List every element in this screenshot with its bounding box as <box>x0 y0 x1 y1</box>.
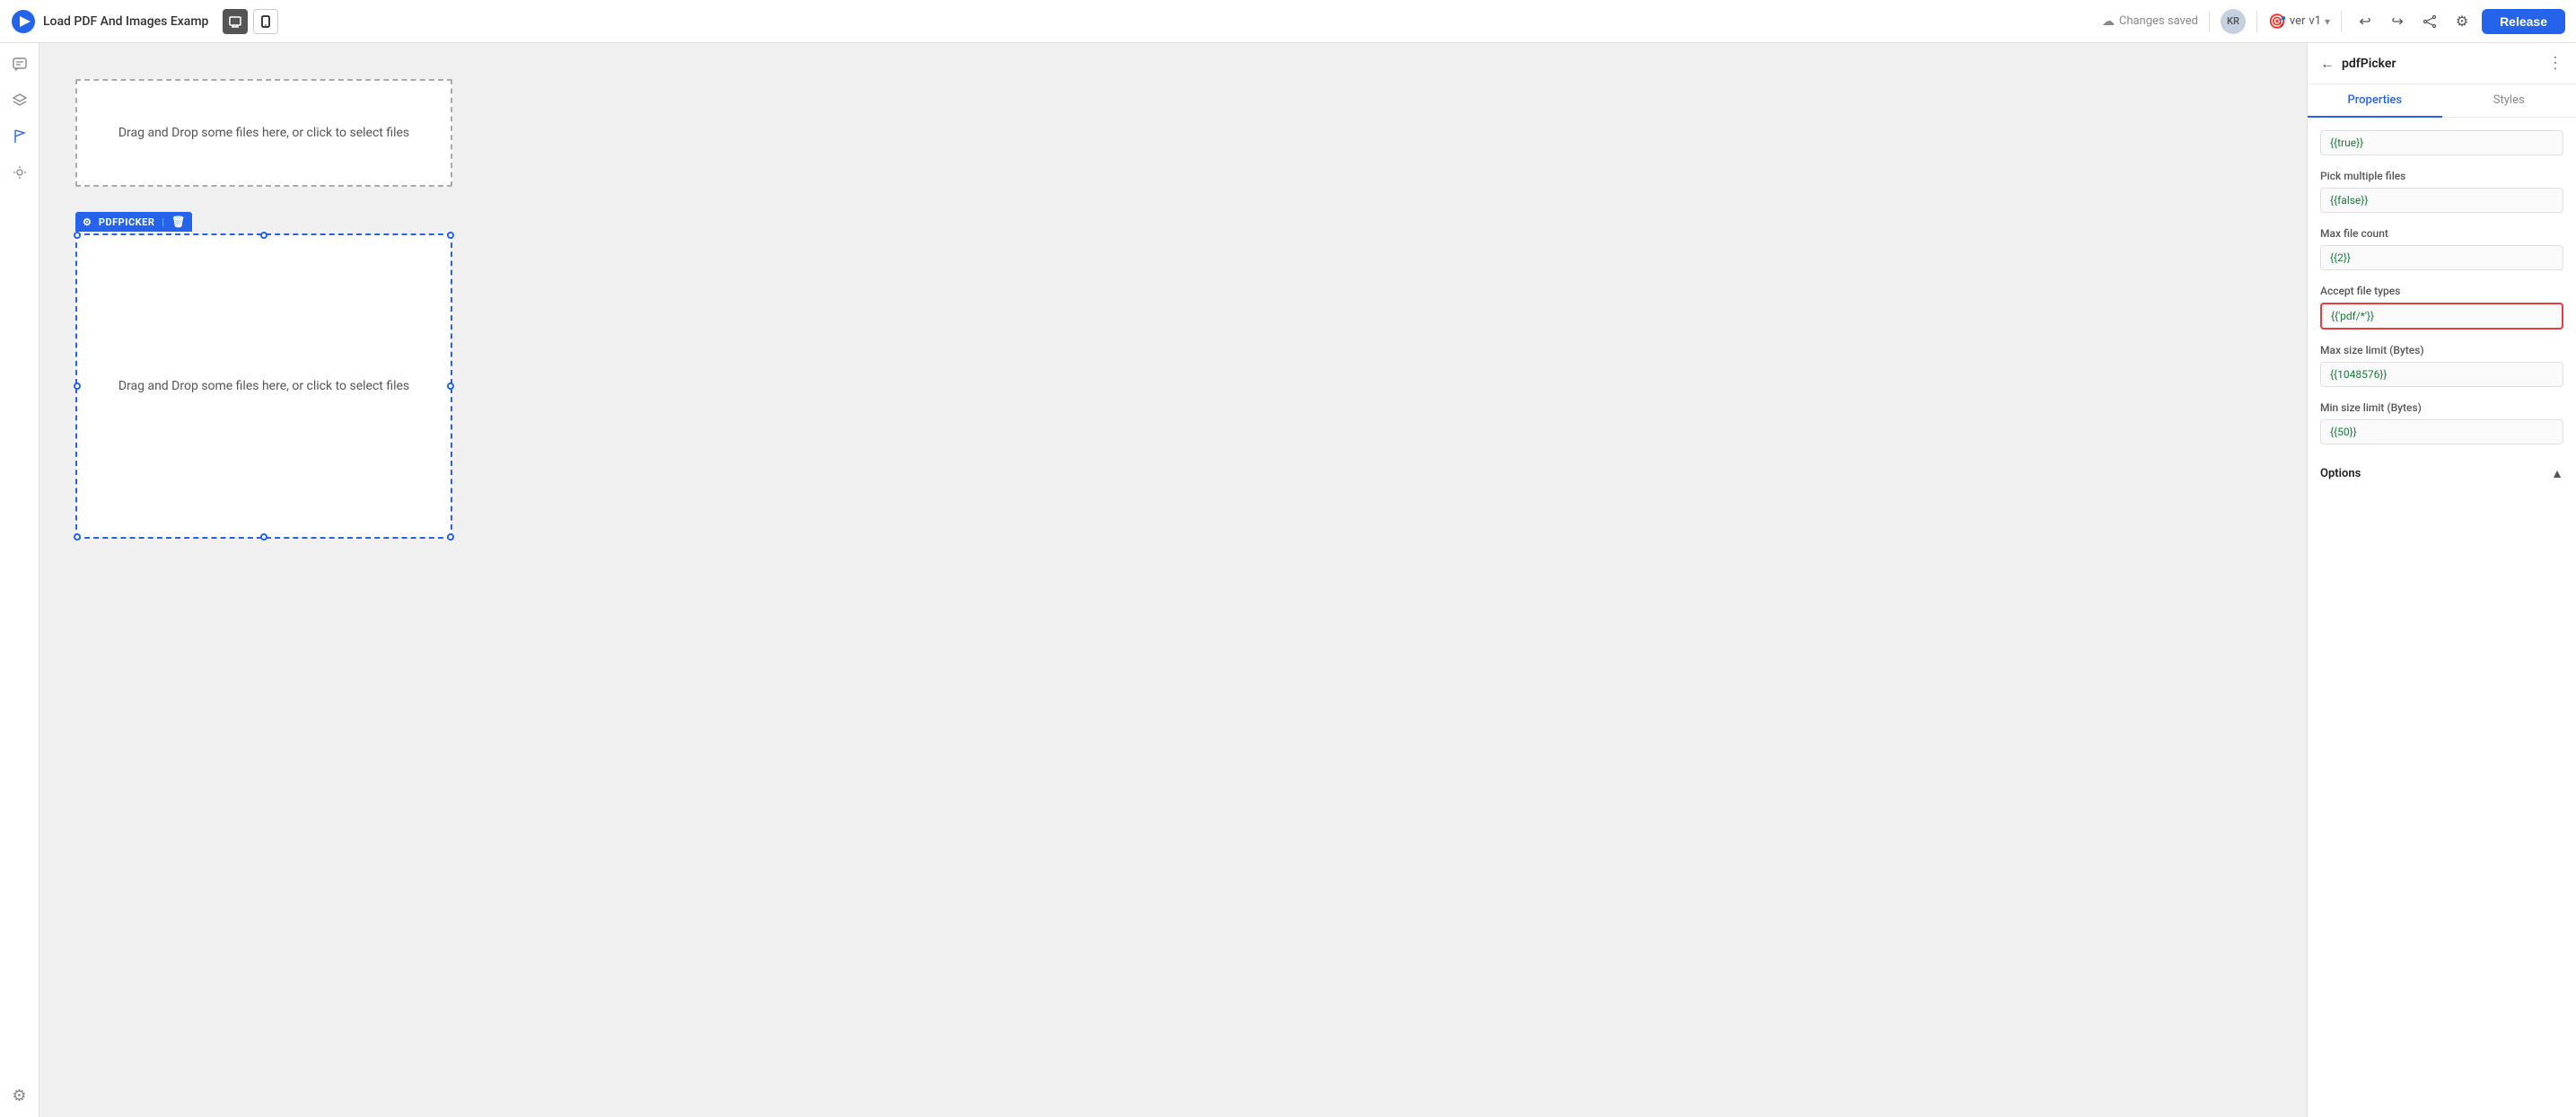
resize-handle-bl[interactable] <box>74 533 81 541</box>
options-section-title: Options <box>2320 467 2361 480</box>
max-size-label: Max size limit (Bytes) <box>2320 344 2563 356</box>
prop-max-size: Max size limit (Bytes) {{1048576}} <box>2320 344 2563 387</box>
panel-title: pdfPicker <box>2342 57 2540 71</box>
sidebar-icon-layers[interactable] <box>5 86 34 115</box>
redo-btn[interactable]: ↪ <box>2385 9 2410 34</box>
topbar: Load PDF And Images Examp ☁ Changes save… <box>0 0 2576 43</box>
pdfpicker-delete-icon[interactable]: 🗑 <box>171 215 185 228</box>
undo-btn[interactable]: ↩ <box>2353 9 2378 34</box>
panel-header: ← pdfPicker ⋮ <box>2308 43 2576 84</box>
panel-tabs: Properties Styles <box>2308 84 2576 118</box>
pick-multiple-input[interactable]: {{false}} <box>2320 188 2563 213</box>
share-btn[interactable] <box>2417 9 2442 34</box>
options-toggle-btn[interactable]: ▲ <box>2551 466 2563 481</box>
canvas-content: Drag and Drop some files here, or click … <box>75 79 452 539</box>
desktop-view-btn[interactable] <box>223 9 248 34</box>
accept-types-input[interactable]: {{'pdf/*'}} <box>2320 303 2563 330</box>
panel-more-btn[interactable]: ⋮ <box>2547 54 2563 73</box>
resize-handle-ml[interactable] <box>74 383 81 390</box>
inactive-picker-text: Drag and Drop some files here, or click … <box>118 126 409 140</box>
pick-multiple-label: Pick multiple files <box>2320 170 2563 182</box>
sidebar-icon-flag[interactable] <box>5 122 34 151</box>
settings-btn[interactable]: ⚙ <box>2449 9 2475 34</box>
resize-handle-br[interactable] <box>447 533 454 541</box>
sidebar-icon-effects[interactable] <box>5 158 34 187</box>
resize-handle-bm[interactable] <box>260 533 267 541</box>
min-size-input[interactable]: {{50}} <box>2320 419 2563 444</box>
prop-max-count: Max file count {{2}} <box>2320 227 2563 270</box>
file-picker-selected-wrap: ⚙ PDFPICKER | 🗑 Drag and Drop some files… <box>75 233 452 539</box>
max-count-input[interactable]: {{2}} <box>2320 245 2563 270</box>
resize-handle-tl[interactable] <box>74 232 81 239</box>
min-size-label: Min size limit (Bytes) <box>2320 401 2563 414</box>
file-picker-inactive[interactable]: Drag and Drop some files here, or click … <box>75 79 452 187</box>
prop-pick-multiple: Pick multiple files {{false}} <box>2320 170 2563 213</box>
app-title: Load PDF And Images Examp <box>43 14 208 29</box>
app-logo[interactable] <box>11 9 36 34</box>
accept-types-label: Accept file types <box>2320 285 2563 297</box>
prop-accept-types: Accept file types {{'pdf/*'}} <box>2320 285 2563 330</box>
changes-saved-indicator: ☁ Changes saved <box>2102 14 2198 29</box>
tab-styles[interactable]: Styles <box>2442 84 2576 118</box>
pdfpicker-label: PDFPICKER <box>99 216 155 228</box>
mobile-view-btn[interactable] <box>253 9 278 34</box>
options-section-header: Options ▲ <box>2320 459 2563 481</box>
resize-handle-tr[interactable] <box>447 232 454 239</box>
resize-handle-mr[interactable] <box>447 383 454 390</box>
right-panel: ← pdfPicker ⋮ Properties Styles {{true}}… <box>2307 43 2576 1117</box>
user-avatar[interactable]: KR <box>2221 9 2246 34</box>
sidebar-icon-comments[interactable] <box>5 50 34 79</box>
tab-properties[interactable]: Properties <box>2308 84 2442 118</box>
panel-back-btn[interactable]: ← <box>2320 55 2335 73</box>
prop-min-size: Min size limit (Bytes) {{50}} <box>2320 401 2563 444</box>
panel-body: {{true}} Pick multiple files {{false}} M… <box>2308 118 2576 494</box>
prop-scrolled: {{true}} <box>2320 130 2563 155</box>
pdfpicker-label-bar: ⚙ PDFPICKER | 🗑 <box>75 212 192 232</box>
release-button[interactable]: Release <box>2482 9 2565 34</box>
left-sidebar: ⚙ <box>0 43 39 1117</box>
canvas-area: Drag and Drop some files here, or click … <box>39 43 2307 1117</box>
max-count-label: Max file count <box>2320 227 2563 240</box>
file-picker-active[interactable]: Drag and Drop some files here, or click … <box>75 233 452 539</box>
pdfpicker-gear-icon: ⚙ <box>83 216 92 228</box>
prop-input-scrolled[interactable]: {{true}} <box>2320 130 2563 155</box>
version-selector[interactable]: 🎯 ver v1 ▾ <box>2268 13 2330 30</box>
active-picker-text: Drag and Drop some files here, or click … <box>118 379 409 393</box>
sidebar-icon-settings[interactable]: ⚙ <box>5 1081 34 1110</box>
resize-handle-tm[interactable] <box>260 232 267 239</box>
max-size-input[interactable]: {{1048576}} <box>2320 362 2563 387</box>
